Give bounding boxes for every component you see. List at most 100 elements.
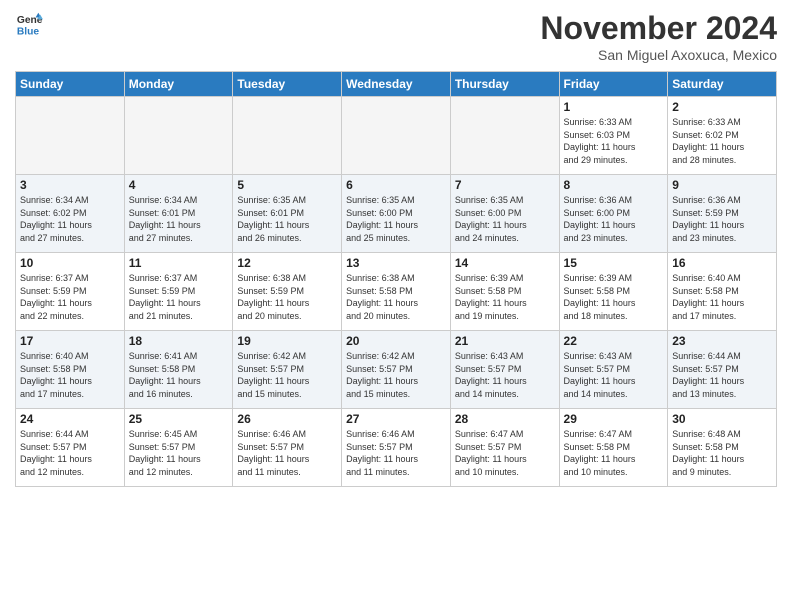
svg-text:Blue: Blue [17,26,40,37]
day-number: 11 [129,256,229,270]
calendar-cell: 8 Sunrise: 6:36 AM Sunset: 6:00 PM Daylig… [559,175,668,253]
day-number: 28 [455,412,555,426]
day-number: 13 [346,256,446,270]
day-info: Sunrise: 6:42 AM Sunset: 5:57 PM Dayligh… [237,350,337,400]
day-number: 23 [672,334,772,348]
day-header-wednesday: Wednesday [342,72,451,97]
calendar-cell: 25Sunrise: 6:45 AM Sunset: 5:57 PM Dayli… [124,409,233,487]
calendar-cell: 20 Sunrise: 6:42 AM Sunset: 5:57 PM Dayli… [342,331,451,409]
day-number: 20 [346,334,446,348]
day-info: Sunrise: 6:40 AM Sunset: 5:58 PM Dayligh… [20,350,120,400]
day-number: 18 [129,334,229,348]
calendar-cell: 12 Sunrise: 6:38 AM Sunset: 5:59 PM Dayli… [233,253,342,331]
day-info: Sunrise: 6:46 AM Sunset: 5:57 PM Dayligh… [237,428,337,478]
day-number: 25 [129,412,229,426]
day-info: Sunrise: 6:35 AM Sunset: 6:00 PM Dayligh… [455,194,555,244]
day-info: Sunrise: 6:38 AM Sunset: 5:59 PM Dayligh… [237,272,337,322]
day-info: Sunrise: 6:41 AM Sunset: 5:58 PM Dayligh… [129,350,229,400]
day-number: 4 [129,178,229,192]
day-header-tuesday: Tuesday [233,72,342,97]
day-number: 15 [564,256,664,270]
calendar-cell: 22 Sunrise: 6:43 AM Sunset: 5:57 PM Dayli… [559,331,668,409]
calendar-cell: 11Sunrise: 6:37 AM Sunset: 5:59 PM Dayli… [124,253,233,331]
day-info: Sunrise: 6:47 AM Sunset: 5:58 PM Dayligh… [564,428,664,478]
day-info: Sunrise: 6:43 AM Sunset: 5:57 PM Dayligh… [564,350,664,400]
day-number: 9 [672,178,772,192]
calendar-cell: 9 Sunrise: 6:36 AM Sunset: 5:59 PM Daylig… [668,175,777,253]
day-info: Sunrise: 6:33 AM Sunset: 6:03 PM Dayligh… [564,116,664,166]
day-info: Sunrise: 6:42 AM Sunset: 5:57 PM Dayligh… [346,350,446,400]
day-number: 3 [20,178,120,192]
day-info: Sunrise: 6:34 AM Sunset: 6:02 PM Dayligh… [20,194,120,244]
day-info: Sunrise: 6:39 AM Sunset: 5:58 PM Dayligh… [455,272,555,322]
calendar-cell: 26 Sunrise: 6:46 AM Sunset: 5:57 PM Dayli… [233,409,342,487]
calendar-cell: 2Sunrise: 6:33 AM Sunset: 6:02 PM Daylig… [668,97,777,175]
day-number: 16 [672,256,772,270]
logo-icon: General Blue [15,10,43,38]
calendar-cell: 19 Sunrise: 6:42 AM Sunset: 5:57 PM Dayli… [233,331,342,409]
day-info: Sunrise: 6:44 AM Sunset: 5:57 PM Dayligh… [20,428,120,478]
month-title: November 2024 [540,10,777,47]
calendar-cell: 15 Sunrise: 6:39 AM Sunset: 5:58 PM Dayli… [559,253,668,331]
day-number: 29 [564,412,664,426]
calendar-cell: 28 Sunrise: 6:47 AM Sunset: 5:57 PM Dayli… [450,409,559,487]
calendar-cell: 1 Sunrise: 6:33 AM Sunset: 6:03 PM Daylig… [559,97,668,175]
day-info: Sunrise: 6:35 AM Sunset: 6:00 PM Dayligh… [346,194,446,244]
title-block: November 2024 San Miguel Axoxuca, Mexico [540,10,777,63]
day-header-thursday: Thursday [450,72,559,97]
day-number: 30 [672,412,772,426]
day-number: 6 [346,178,446,192]
day-header-saturday: Saturday [668,72,777,97]
day-info: Sunrise: 6:46 AM Sunset: 5:57 PM Dayligh… [346,428,446,478]
calendar-cell [233,97,342,175]
day-header-friday: Friday [559,72,668,97]
day-number: 27 [346,412,446,426]
calendar-cell: 14 Sunrise: 6:39 AM Sunset: 5:58 PM Dayli… [450,253,559,331]
day-info: Sunrise: 6:35 AM Sunset: 6:01 PM Dayligh… [237,194,337,244]
day-number: 12 [237,256,337,270]
calendar-cell: 4 Sunrise: 6:34 AM Sunset: 6:01 PM Daylig… [124,175,233,253]
calendar-cell: 10 Sunrise: 6:37 AM Sunset: 5:59 PM Dayli… [16,253,125,331]
day-number: 5 [237,178,337,192]
calendar-cell: 7 Sunrise: 6:35 AM Sunset: 6:00 PM Daylig… [450,175,559,253]
day-info: Sunrise: 6:33 AM Sunset: 6:02 PM Dayligh… [672,116,772,166]
calendar-cell: 21 Sunrise: 6:43 AM Sunset: 5:57 PM Dayli… [450,331,559,409]
day-number: 24 [20,412,120,426]
day-number: 7 [455,178,555,192]
logo: General Blue [15,10,43,38]
day-info: Sunrise: 6:34 AM Sunset: 6:01 PM Dayligh… [129,194,229,244]
calendar-cell [450,97,559,175]
calendar-page: General Blue November 2024 San Miguel Ax… [0,0,792,612]
day-number: 10 [20,256,120,270]
calendar-cell: 3 Sunrise: 6:34 AM Sunset: 6:02 PM Daylig… [16,175,125,253]
day-info: Sunrise: 6:47 AM Sunset: 5:57 PM Dayligh… [455,428,555,478]
day-info: Sunrise: 6:43 AM Sunset: 5:57 PM Dayligh… [455,350,555,400]
calendar-cell: 30Sunrise: 6:48 AM Sunset: 5:58 PM Dayli… [668,409,777,487]
day-info: Sunrise: 6:37 AM Sunset: 5:59 PM Dayligh… [20,272,120,322]
calendar-cell: 24 Sunrise: 6:44 AM Sunset: 5:57 PM Dayli… [16,409,125,487]
day-header-monday: Monday [124,72,233,97]
day-number: 26 [237,412,337,426]
day-number: 17 [20,334,120,348]
day-info: Sunrise: 6:38 AM Sunset: 5:58 PM Dayligh… [346,272,446,322]
day-number: 22 [564,334,664,348]
day-number: 19 [237,334,337,348]
calendar-cell: 5 Sunrise: 6:35 AM Sunset: 6:01 PM Daylig… [233,175,342,253]
calendar-cell [342,97,451,175]
day-info: Sunrise: 6:40 AM Sunset: 5:58 PM Dayligh… [672,272,772,322]
day-number: 21 [455,334,555,348]
day-number: 8 [564,178,664,192]
calendar-cell: 6 Sunrise: 6:35 AM Sunset: 6:00 PM Daylig… [342,175,451,253]
calendar-cell: 17 Sunrise: 6:40 AM Sunset: 5:58 PM Dayli… [16,331,125,409]
calendar-cell: 16 Sunrise: 6:40 AM Sunset: 5:58 PM Dayli… [668,253,777,331]
day-info: Sunrise: 6:36 AM Sunset: 6:00 PM Dayligh… [564,194,664,244]
day-number: 1 [564,100,664,114]
day-info: Sunrise: 6:36 AM Sunset: 5:59 PM Dayligh… [672,194,772,244]
calendar-cell: 27 Sunrise: 6:46 AM Sunset: 5:57 PM Dayli… [342,409,451,487]
day-number: 14 [455,256,555,270]
location: San Miguel Axoxuca, Mexico [540,47,777,63]
calendar-cell [16,97,125,175]
day-info: Sunrise: 6:39 AM Sunset: 5:58 PM Dayligh… [564,272,664,322]
calendar-cell: 18 Sunrise: 6:41 AM Sunset: 5:58 PM Dayli… [124,331,233,409]
day-info: Sunrise: 6:44 AM Sunset: 5:57 PM Dayligh… [672,350,772,400]
